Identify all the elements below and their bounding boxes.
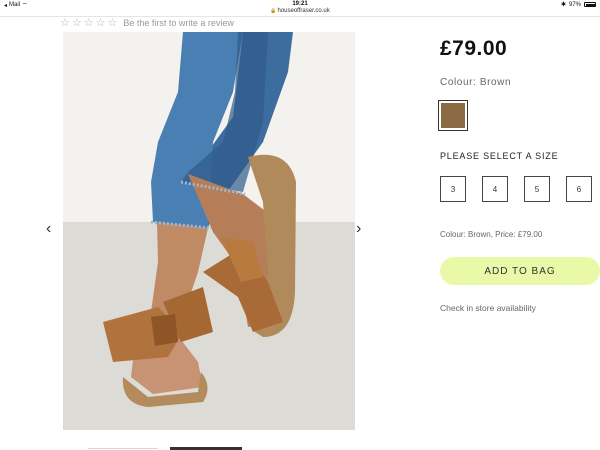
- url-text: houseoffraser.co.uk: [277, 8, 330, 14]
- status-bar-right: ✱ 97%: [561, 1, 596, 8]
- size-heading: PLEASE SELECT A SIZE: [440, 151, 559, 161]
- battery-percent: 97%: [568, 1, 581, 8]
- bluetooth-icon: ✱: [560, 2, 566, 8]
- size-selector: 3 4 5 6: [440, 176, 592, 202]
- star-icon[interactable]: ☆: [60, 16, 70, 29]
- rating-stars[interactable]: ☆ ☆ ☆ ☆ ☆: [60, 16, 117, 29]
- star-icon[interactable]: ☆: [72, 16, 82, 29]
- size-option[interactable]: 3: [440, 176, 466, 202]
- check-store-link[interactable]: Check in store availability: [440, 303, 536, 313]
- size-option[interactable]: 5: [524, 176, 550, 202]
- colour-swatch-brown[interactable]: [438, 100, 468, 131]
- thumbnail-indicator[interactable]: [88, 448, 158, 449]
- lock-icon: 🔒: [270, 8, 277, 14]
- star-icon[interactable]: ☆: [96, 16, 106, 29]
- product-photo: [63, 32, 355, 430]
- size-option[interactable]: 6: [566, 176, 592, 202]
- swatch-fill: [441, 103, 465, 128]
- product-price: £79.00: [440, 37, 508, 60]
- write-review-link[interactable]: Be the first to write a review: [123, 18, 234, 28]
- battery-icon: [584, 2, 596, 7]
- add-to-bag-button[interactable]: ADD TO BAG: [440, 257, 600, 285]
- chevron-left-icon[interactable]: ‹: [46, 220, 51, 238]
- colour-price-summary: Colour: Brown, Price: £79.00: [440, 230, 543, 239]
- review-row: ☆ ☆ ☆ ☆ ☆ Be the first to write a review: [60, 16, 234, 29]
- chevron-right-icon[interactable]: ›: [356, 220, 361, 238]
- product-image[interactable]: [63, 32, 355, 430]
- star-icon[interactable]: ☆: [108, 16, 118, 29]
- status-time: 19:21: [292, 1, 308, 7]
- colour-label: Colour: Brown: [440, 77, 512, 88]
- star-icon[interactable]: ☆: [84, 16, 94, 29]
- size-option[interactable]: 4: [482, 176, 508, 202]
